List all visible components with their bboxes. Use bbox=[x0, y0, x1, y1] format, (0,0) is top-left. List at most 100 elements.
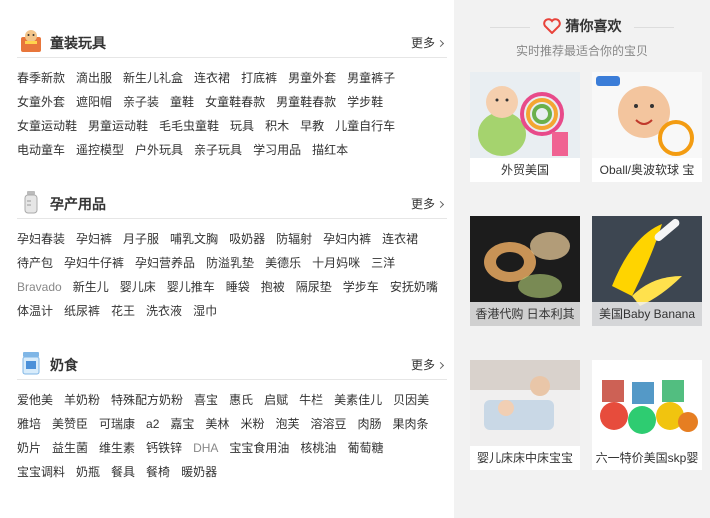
category-link[interactable]: 男童外套 bbox=[288, 66, 336, 90]
category-link[interactable]: 男童鞋春款 bbox=[276, 90, 336, 114]
category-link[interactable]: 连衣裙 bbox=[382, 227, 418, 251]
product-card[interactable]: Oball/奥波软球 宝 bbox=[592, 72, 702, 182]
category-link[interactable]: 儿童自行车 bbox=[335, 114, 395, 138]
category-link[interactable]: 遮阳帽 bbox=[76, 90, 112, 114]
category-link[interactable]: 连衣裙 bbox=[194, 66, 230, 90]
product-card[interactable]: 婴儿床床中床宝宝 bbox=[470, 360, 580, 470]
product-card[interactable]: 美国Baby Banana bbox=[592, 216, 702, 326]
section-milk-food: 奶食 更多 爱他美 羊奶粉 特殊配方奶粉 喜宝 惠氏 启赋 牛栏 美素佳儿 贝因美雅培 美赞臣 可瑞… bbox=[17, 350, 447, 484]
category-link[interactable]: 新生儿礼盒 bbox=[123, 66, 183, 90]
category-link[interactable]: 可瑞康 bbox=[99, 412, 135, 436]
category-link[interactable]: 吸奶器 bbox=[229, 227, 265, 251]
category-link[interactable]: 描红本 bbox=[312, 138, 348, 162]
category-link[interactable]: 亲子装 bbox=[123, 90, 159, 114]
category-link[interactable]: 婴儿推车 bbox=[167, 275, 215, 299]
product-card[interactable]: 六一特价美国skp婴 bbox=[592, 360, 702, 470]
category-link[interactable]: 钙铁锌 bbox=[146, 436, 182, 460]
category-link[interactable]: 积木 bbox=[265, 114, 289, 138]
category-link[interactable]: 安抚奶嘴 bbox=[390, 275, 438, 299]
category-link[interactable]: 泡芙 bbox=[275, 412, 299, 436]
category-link[interactable]: a2 bbox=[146, 412, 159, 436]
category-link[interactable]: 毛毛虫童鞋 bbox=[159, 114, 219, 138]
product-card[interactable]: 外贸美国 bbox=[470, 72, 580, 182]
category-link[interactable]: 男童运动鞋 bbox=[88, 114, 148, 138]
category-link[interactable]: 学步鞋 bbox=[347, 90, 383, 114]
category-link[interactable]: 防溢乳垫 bbox=[206, 251, 254, 275]
category-link[interactable]: 嘉宝 bbox=[170, 412, 194, 436]
category-link[interactable]: 孕妇春装 bbox=[17, 227, 65, 251]
category-link[interactable]: 核桃油 bbox=[300, 436, 336, 460]
category-link[interactable]: 新生儿 bbox=[73, 275, 109, 299]
category-link[interactable]: 餐椅 bbox=[146, 460, 170, 484]
category-link[interactable]: 美赞臣 bbox=[52, 412, 88, 436]
category-link[interactable]: 体温计 bbox=[17, 299, 53, 323]
category-link[interactable]: 孕妇内裤 bbox=[323, 227, 371, 251]
category-link[interactable]: 奶片 bbox=[17, 436, 41, 460]
more-link[interactable]: 更多 bbox=[411, 195, 445, 212]
category-link[interactable]: 女童外套 bbox=[17, 90, 65, 114]
category-link[interactable]: Bravado bbox=[17, 275, 62, 299]
more-link[interactable]: 更多 bbox=[411, 356, 445, 373]
category-link[interactable]: 童鞋 bbox=[170, 90, 194, 114]
category-link[interactable]: 隔尿垫 bbox=[296, 275, 332, 299]
category-link[interactable]: 果肉条 bbox=[393, 412, 429, 436]
category-link[interactable]: 贝因美 bbox=[393, 388, 429, 412]
category-link[interactable]: 肉肠 bbox=[357, 412, 381, 436]
category-link[interactable]: 特殊配方奶粉 bbox=[111, 388, 183, 412]
category-link[interactable]: 户外玩具 bbox=[135, 138, 183, 162]
category-link[interactable]: 美素佳儿 bbox=[334, 388, 382, 412]
category-link[interactable]: 宝宝调料 bbox=[17, 460, 65, 484]
category-link[interactable]: 电动童车 bbox=[17, 138, 65, 162]
category-link[interactable]: 抱被 bbox=[261, 275, 285, 299]
category-link[interactable]: 女童运动鞋 bbox=[17, 114, 77, 138]
category-link[interactable]: 羊奶粉 bbox=[64, 388, 100, 412]
category-link[interactable]: 婴儿床 bbox=[120, 275, 156, 299]
category-link[interactable]: 暖奶器 bbox=[181, 460, 217, 484]
category-link[interactable]: 遥控模型 bbox=[76, 138, 124, 162]
category-link[interactable]: 美德乐 bbox=[265, 251, 301, 275]
category-link[interactable]: 洗衣液 bbox=[146, 299, 182, 323]
category-link[interactable]: 启赋 bbox=[264, 388, 288, 412]
category-panel: 童装玩具 更多 春季新款 滴出服 新生儿礼盒 连衣裙 打底裤 男童外套 男童裤子女童外套 遮阳… bbox=[0, 0, 454, 518]
category-link[interactable]: 爱他美 bbox=[17, 388, 53, 412]
category-link[interactable]: 防辐射 bbox=[276, 227, 312, 251]
category-link[interactable]: 滴出服 bbox=[76, 66, 112, 90]
product-card[interactable]: 香港代购 日本利其 bbox=[470, 216, 580, 326]
category-link[interactable]: 宝宝食用油 bbox=[229, 436, 289, 460]
category-link[interactable]: 十月妈咪 bbox=[312, 251, 360, 275]
category-link[interactable]: 学习用品 bbox=[253, 138, 301, 162]
category-link[interactable]: 打底裤 bbox=[241, 66, 277, 90]
category-link[interactable]: 溶溶豆 bbox=[310, 412, 346, 436]
category-link[interactable]: 待产包 bbox=[17, 251, 53, 275]
category-link[interactable]: 孕妇裤 bbox=[76, 227, 112, 251]
category-link[interactable]: 餐具 bbox=[111, 460, 135, 484]
category-link[interactable]: 孕妇牛仔裤 bbox=[64, 251, 124, 275]
category-link[interactable]: 春季新款 bbox=[17, 66, 65, 90]
category-link[interactable]: DHA bbox=[193, 436, 218, 460]
category-link[interactable]: 三洋 bbox=[371, 251, 395, 275]
category-link[interactable]: 早教 bbox=[300, 114, 324, 138]
category-link[interactable]: 美林 bbox=[205, 412, 229, 436]
category-link[interactable]: 纸尿裤 bbox=[64, 299, 100, 323]
category-link[interactable]: 亲子玩具 bbox=[194, 138, 242, 162]
category-link[interactable]: 月子服 bbox=[123, 227, 159, 251]
category-link[interactable]: 学步车 bbox=[343, 275, 379, 299]
category-link[interactable]: 葡萄糖 bbox=[347, 436, 383, 460]
category-link[interactable]: 睡袋 bbox=[226, 275, 250, 299]
category-link[interactable]: 孕妇营养品 bbox=[135, 251, 195, 275]
category-link[interactable]: 惠氏 bbox=[229, 388, 253, 412]
more-link[interactable]: 更多 bbox=[411, 34, 445, 51]
category-link[interactable]: 奶瓶 bbox=[76, 460, 100, 484]
category-link[interactable]: 喜宝 bbox=[194, 388, 218, 412]
category-link[interactable]: 哺乳文胸 bbox=[170, 227, 218, 251]
category-link[interactable]: 湿巾 bbox=[193, 299, 217, 323]
category-link[interactable]: 男童裤子 bbox=[347, 66, 395, 90]
category-link[interactable]: 米粉 bbox=[240, 412, 264, 436]
category-link[interactable]: 雅培 bbox=[17, 412, 41, 436]
category-link[interactable]: 牛栏 bbox=[299, 388, 323, 412]
category-link[interactable]: 玩具 bbox=[230, 114, 254, 138]
category-link[interactable]: 花王 bbox=[111, 299, 135, 323]
category-link[interactable]: 益生菌 bbox=[52, 436, 88, 460]
category-link[interactable]: 女童鞋春款 bbox=[205, 90, 265, 114]
category-link[interactable]: 维生素 bbox=[99, 436, 135, 460]
